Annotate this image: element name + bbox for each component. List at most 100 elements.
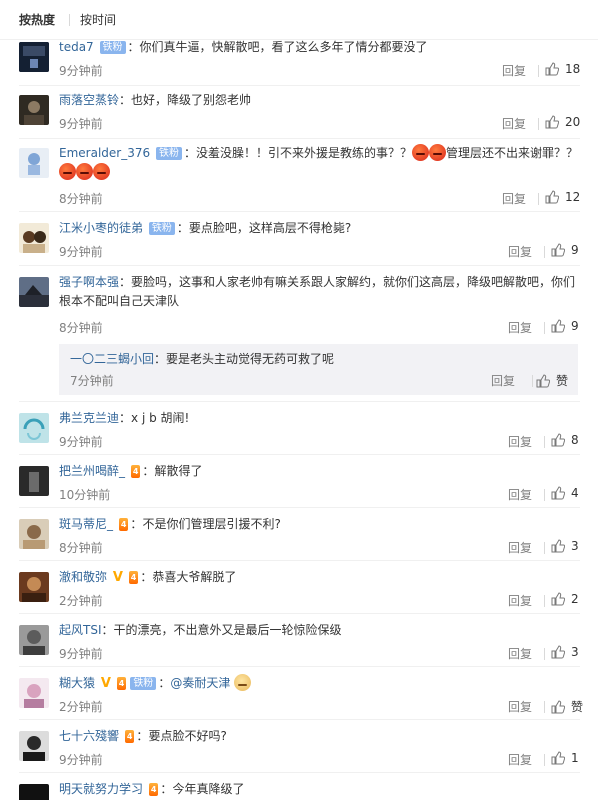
username[interactable]: 七十六殘響: [59, 729, 119, 743]
vip-badge[interactable]: 4: [124, 730, 135, 743]
vip-badge[interactable]: 4: [116, 677, 127, 690]
sub-like-button[interactable]: 赞: [536, 372, 568, 389]
comment-time: 9分钟前: [59, 245, 103, 259]
like-button[interactable]: 1: [551, 751, 579, 765]
avatar[interactable]: [19, 223, 49, 253]
avatar[interactable]: [19, 95, 49, 125]
like-button[interactable]: 3: [551, 539, 579, 553]
like-count: 8: [571, 433, 579, 447]
thumbs-up-icon: [545, 190, 559, 204]
avatar[interactable]: [19, 572, 49, 602]
like-button[interactable]: 18: [545, 62, 580, 76]
like-button[interactable]: 3: [551, 645, 579, 659]
comment-text: 你们真牛逼，快解散吧，看了这么多年了情分都要没了: [139, 40, 428, 54]
reply-button[interactable]: 回复: [508, 698, 532, 715]
thumbs-up-icon: [551, 319, 565, 333]
avatar[interactable]: [19, 413, 49, 443]
like-count: 4: [571, 486, 579, 500]
like-button[interactable]: 9: [551, 319, 579, 333]
sort-by-hot-tab[interactable]: 按热度: [19, 11, 55, 28]
avatar[interactable]: [19, 148, 49, 178]
fan-badge[interactable]: 铁粉: [99, 41, 126, 54]
comment-text: 要点脸不好吗?: [148, 729, 227, 743]
angry-emoji-icon: [59, 163, 76, 180]
vip-badge[interactable]: 4: [128, 571, 139, 584]
reply-button[interactable]: 回复: [508, 433, 532, 450]
sort-by-time-tab[interactable]: 按时间: [80, 11, 116, 28]
comment-time: 8分钟前: [59, 321, 103, 335]
reply-button[interactable]: 回复: [508, 319, 532, 336]
avatar[interactable]: [19, 784, 49, 800]
comment-text: 不是你们管理层引援不利?: [142, 517, 281, 531]
comment-time: 9分钟前: [59, 435, 103, 449]
username[interactable]: 明天就努力学习: [59, 782, 143, 796]
comment-text: x j b 胡闹!: [131, 411, 190, 425]
like-button[interactable]: 12: [545, 190, 580, 204]
like-button[interactable]: 8: [551, 433, 579, 447]
username[interactable]: 糊大猿: [59, 676, 95, 690]
like-count: 9: [571, 243, 579, 257]
avatar[interactable]: [19, 42, 49, 72]
angry-emoji-icon: [76, 163, 93, 180]
username[interactable]: teda7: [59, 40, 94, 54]
sub-reply-text: 要是老头主动觉得无药可救了呢: [166, 352, 335, 366]
reply-button[interactable]: 回复: [508, 751, 532, 768]
username[interactable]: Emeralder_376: [59, 146, 150, 160]
thumbs-up-icon: [551, 645, 565, 659]
like-count: 1: [571, 751, 579, 765]
username[interactable]: 江米小枣的徒弟: [59, 221, 143, 235]
reply-button[interactable]: 回复: [508, 539, 532, 556]
angry-emoji-icon: [93, 163, 110, 180]
like-button[interactable]: 赞: [551, 698, 583, 715]
username[interactable]: 起风TSI: [59, 623, 102, 637]
like-count: 3: [571, 539, 579, 553]
reply-button[interactable]: 回复: [508, 486, 532, 503]
like-count: 9: [571, 319, 579, 333]
avatar[interactable]: [19, 466, 49, 496]
fan-badge[interactable]: 铁粉: [148, 222, 175, 235]
username[interactable]: 澈和敬弥: [59, 570, 107, 584]
mention-link[interactable]: @奏耐天津: [170, 676, 230, 690]
like-button[interactable]: 2: [551, 592, 579, 606]
doge-emoji-icon: [234, 674, 252, 691]
fan-badge[interactable]: 铁粉: [130, 677, 157, 690]
like-count: 3: [571, 645, 579, 659]
comment-time: 9分钟前: [59, 117, 103, 131]
reply-button[interactable]: 回复: [508, 243, 532, 260]
username[interactable]: 弗兰克兰迪: [59, 411, 119, 425]
comment-time: 9分钟前: [59, 647, 103, 661]
reply-button[interactable]: 回复: [502, 190, 526, 207]
comment-text: 恭喜大爷解脱了: [152, 570, 237, 584]
avatar[interactable]: [19, 731, 49, 761]
reply-button[interactable]: 回复: [508, 592, 532, 609]
comment-time: 9分钟前: [59, 64, 103, 78]
username[interactable]: 把兰州喝醉_: [59, 464, 125, 478]
comment-time: 9分钟前: [59, 753, 103, 767]
sub-reply-username[interactable]: 一〇二三蝎小回: [70, 352, 154, 366]
like-button[interactable]: 4: [551, 486, 579, 500]
avatar[interactable]: [19, 678, 49, 708]
thumbs-up-icon: [536, 373, 550, 387]
username[interactable]: 强子啊本强: [59, 275, 119, 289]
avatar[interactable]: [19, 277, 49, 307]
thumbs-up-icon: [545, 62, 559, 76]
verified-v-icon: V: [100, 676, 111, 691]
reply-button[interactable]: 回复: [502, 115, 526, 132]
reply-button[interactable]: 回复: [502, 62, 526, 79]
vip-badge[interactable]: 4: [118, 518, 129, 531]
fan-badge[interactable]: 铁粉: [155, 147, 182, 160]
reply-button[interactable]: 回复: [508, 645, 532, 662]
vip-badge[interactable]: 4: [130, 465, 141, 478]
vip-badge[interactable]: 4: [148, 783, 159, 796]
like-button[interactable]: 20: [545, 115, 580, 129]
like-count: 20: [565, 115, 581, 129]
avatar[interactable]: [19, 625, 49, 655]
thumbs-up-icon: [551, 699, 565, 713]
like-count: 2: [571, 592, 579, 606]
username[interactable]: 雨落空蒸铃: [59, 93, 119, 107]
sub-reply-button[interactable]: 回复: [491, 372, 515, 389]
like-button[interactable]: 9: [551, 243, 579, 257]
comment-text: 解散得了: [154, 464, 203, 478]
username[interactable]: 斑马蒂尼_: [59, 517, 113, 531]
avatar[interactable]: [19, 519, 49, 549]
